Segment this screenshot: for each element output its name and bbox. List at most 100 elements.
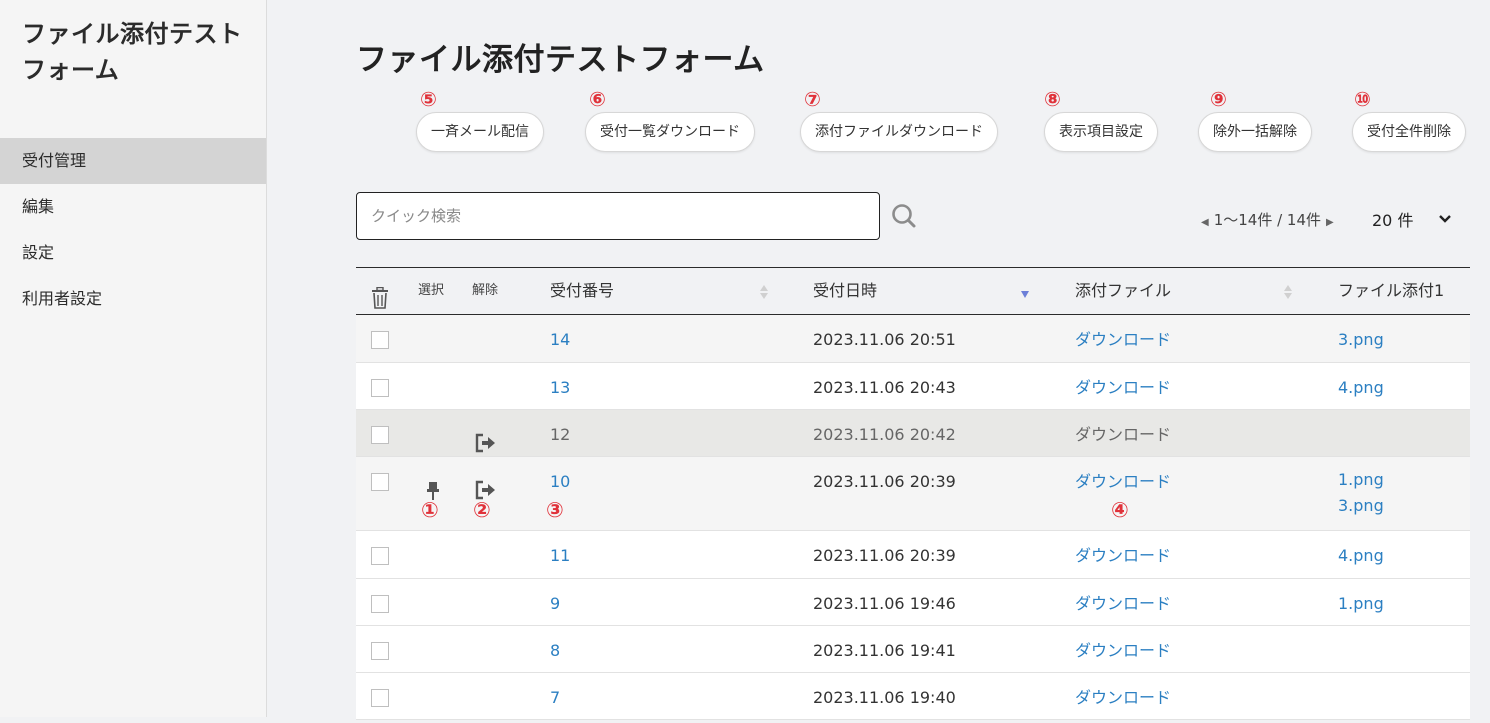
- sort-icon[interactable]: [1283, 284, 1293, 300]
- reception-id-link[interactable]: 8: [550, 626, 560, 672]
- annotation-marker: ⑨: [1210, 87, 1227, 111]
- sidebar: ファイル添付テストフォーム 受付管理 編集 設定 利用者設定: [0, 0, 267, 717]
- download-link[interactable]: ダウンロード: [1075, 579, 1171, 625]
- action-group-unexclude: ⑨ 除外一括解除: [1198, 86, 1312, 152]
- bulk-unexclude-button[interactable]: 除外一括解除: [1198, 112, 1312, 152]
- annotation-marker-download: ④: [1111, 498, 1129, 522]
- sidebar-item-user-settings[interactable]: 利用者設定: [0, 276, 266, 322]
- pagination: ◀ 1〜14件 / 14件 ▶: [1196, 209, 1339, 230]
- table-row-pinned[interactable]: 10 2023.11.06 20:39 ダウンロード 1.png 3.png ①…: [356, 457, 1470, 531]
- row-checkbox[interactable]: [371, 331, 389, 349]
- download-link[interactable]: ダウンロード: [1075, 626, 1171, 672]
- row-checkbox[interactable]: [371, 642, 389, 660]
- table-row[interactable]: 9 2023.11.06 19:46 ダウンロード 1.png: [356, 579, 1470, 626]
- attachment-column-header[interactable]: 添付ファイル: [1075, 268, 1171, 314]
- table-row[interactable]: 11 2023.11.06 20:39 ダウンロード 4.png: [356, 531, 1470, 579]
- annotation-marker: ⑦: [804, 87, 821, 111]
- select-column-header: 選択: [418, 283, 445, 298]
- action-group-delete-all: ⑩ 受付全件削除: [1352, 86, 1466, 152]
- table-row[interactable]: 13 2023.11.06 20:43 ダウンロード 4.png: [356, 363, 1470, 410]
- delete-all-button[interactable]: 受付全件削除: [1352, 112, 1466, 152]
- table-row[interactable]: 8 2023.11.06 19:41 ダウンロード: [356, 626, 1470, 673]
- action-group-mail: ⑤ 一斉メール配信: [416, 86, 544, 152]
- reception-date: 2023.11.06 19:46: [813, 594, 956, 613]
- trash-icon[interactable]: [370, 281, 390, 309]
- sort-icon[interactable]: [759, 284, 769, 300]
- row-checkbox[interactable]: [371, 473, 389, 491]
- reception-id[interactable]: 12: [550, 410, 570, 456]
- reception-date: 2023.11.06 19:41: [813, 641, 956, 660]
- sort-desc-icon[interactable]: [1020, 290, 1030, 306]
- row-checkbox[interactable]: [371, 595, 389, 613]
- download-link[interactable]: ダウンロード: [1075, 315, 1171, 361]
- reception-date: 2023.11.06 20:51: [813, 330, 956, 349]
- search-icon[interactable]: [891, 203, 919, 231]
- reception-date: 2023.11.06 20:42: [813, 425, 956, 444]
- download-link[interactable]: ダウンロード: [1075, 363, 1171, 409]
- annotation-marker: ⑧: [1044, 87, 1061, 111]
- file1-link[interactable]: 1.png: [1338, 470, 1384, 490]
- annotation-marker: ⑥: [589, 87, 606, 111]
- prev-page-icon[interactable]: ◀: [1196, 217, 1214, 228]
- file1-link[interactable]: 4.png: [1338, 531, 1384, 577]
- file1-link[interactable]: 3.png: [1338, 496, 1384, 516]
- date-column-header[interactable]: 受付日時: [813, 268, 877, 314]
- download-link[interactable]: ダウンロード: [1075, 673, 1171, 719]
- row-checkbox[interactable]: [371, 547, 389, 565]
- sidebar-item-settings[interactable]: 設定: [0, 230, 266, 276]
- download-link[interactable]: ダウンロード: [1075, 457, 1171, 503]
- annotation-marker-exclude: ②: [473, 498, 491, 522]
- pagination-range: 1〜14件 / 14件: [1213, 211, 1322, 229]
- exclude-column-header: 解除: [472, 283, 499, 298]
- pin-icon[interactable]: [426, 471, 440, 500]
- annotation-marker-id: ③: [546, 498, 564, 522]
- reception-date: 2023.11.06 19:40: [813, 688, 956, 707]
- per-page-select[interactable]: 20 件: [1372, 207, 1413, 231]
- reception-date: 2023.11.06 20:39: [813, 546, 956, 565]
- reception-id-link[interactable]: 7: [550, 673, 560, 719]
- row-checkbox[interactable]: [371, 689, 389, 707]
- row-checkbox[interactable]: [371, 379, 389, 397]
- annotation-marker: ⑤: [420, 87, 437, 111]
- action-group-list-download: ⑥ 受付一覧ダウンロード: [585, 86, 755, 152]
- page-title: ファイル添付テストフォーム: [356, 42, 765, 78]
- reception-table: 選択 解除 受付番号 受付日時 添付ファイル ファイル添付1 14 2023.1…: [356, 267, 1470, 720]
- list-download-button[interactable]: 受付一覧ダウンロード: [585, 112, 755, 152]
- reception-id-link[interactable]: 14: [550, 315, 570, 361]
- chevron-down-icon[interactable]: [1437, 211, 1453, 227]
- exclude-icon[interactable]: [474, 470, 496, 500]
- main-content: ファイル添付テストフォーム ⑤ 一斉メール配信 ⑥ 受付一覧ダウンロード ⑦ 添…: [267, 0, 1490, 720]
- reception-id-link[interactable]: 9: [550, 579, 560, 625]
- row-checkbox[interactable]: [371, 426, 389, 444]
- display-items-settings-button[interactable]: 表示項目設定: [1044, 112, 1158, 152]
- attachment-download-button[interactable]: 添付ファイルダウンロード: [800, 112, 998, 152]
- download-link[interactable]: ダウンロード: [1075, 410, 1171, 456]
- reception-id-link[interactable]: 10: [550, 457, 570, 503]
- reception-date: 2023.11.06 20:43: [813, 378, 956, 397]
- annotation-marker-pin: ①: [421, 498, 439, 522]
- id-column-header[interactable]: 受付番号: [550, 268, 614, 314]
- file1-link[interactable]: 4.png: [1338, 363, 1384, 409]
- download-link[interactable]: ダウンロード: [1075, 531, 1171, 577]
- reception-id-link[interactable]: 13: [550, 363, 570, 409]
- file1-link[interactable]: 3.png: [1338, 315, 1384, 361]
- annotation-marker: ⑩: [1354, 87, 1371, 111]
- file1-column-header[interactable]: ファイル添付1: [1338, 268, 1444, 314]
- table-row-excluded[interactable]: 12 2023.11.06 20:42 ダウンロード: [356, 410, 1470, 457]
- reception-id-link[interactable]: 11: [550, 531, 570, 577]
- file1-link[interactable]: 1.png: [1338, 579, 1384, 625]
- table-row[interactable]: 14 2023.11.06 20:51 ダウンロード 3.png: [356, 315, 1470, 363]
- quick-search-input[interactable]: [356, 192, 880, 240]
- reception-date: 2023.11.06 20:39: [813, 472, 956, 491]
- bulk-mail-button[interactable]: 一斉メール配信: [416, 112, 544, 152]
- exclude-icon[interactable]: [474, 423, 496, 453]
- action-group-attachment-download: ⑦ 添付ファイルダウンロード: [800, 86, 998, 152]
- table-row[interactable]: 7 2023.11.06 19:40 ダウンロード: [356, 673, 1470, 720]
- table-header: 選択 解除 受付番号 受付日時 添付ファイル ファイル添付1: [356, 268, 1470, 315]
- app-title: ファイル添付テストフォーム: [22, 20, 243, 84]
- next-page-icon[interactable]: ▶: [1321, 217, 1339, 228]
- sidebar-item-reception[interactable]: 受付管理: [0, 138, 266, 184]
- action-group-display-settings: ⑧ 表示項目設定: [1044, 86, 1158, 152]
- sidebar-nav: 受付管理 編集 設定 利用者設定: [0, 138, 266, 322]
- sidebar-item-edit[interactable]: 編集: [0, 184, 266, 230]
